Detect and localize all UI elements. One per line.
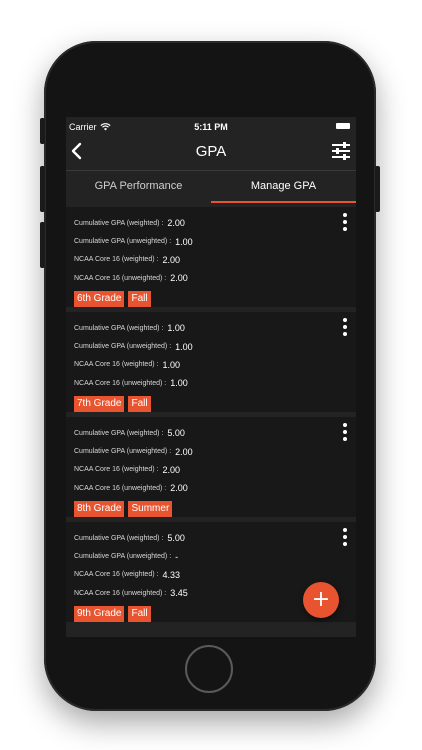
vertical-ellipsis-icon[interactable]: [342, 528, 348, 546]
gpa-row: Cumulative GPA (weighted) :5.00: [74, 424, 348, 442]
gpa-label: Cumulative GPA (unweighted) :: [74, 553, 172, 561]
gpa-value: 5.00: [167, 533, 185, 544]
grade-tag: 6th Grade: [74, 290, 125, 307]
status-bar: Carrier 5:11 PM: [66, 117, 356, 135]
gpa-row: NCAA Core 16 (unweighted) :2.00: [74, 269, 348, 287]
gpa-value: 2.00: [170, 273, 188, 284]
gpa-value: 2.00: [175, 446, 193, 457]
gpa-row: Cumulative GPA (unweighted) :1.00: [74, 337, 348, 355]
gpa-row: Cumulative GPA (weighted) :2.00: [74, 214, 348, 232]
gpa-label: NCAA Core 16 (weighted) :: [74, 466, 159, 474]
gpa-row: Cumulative GPA (unweighted) :2.00: [74, 442, 348, 460]
gpa-value: 1.00: [175, 341, 193, 352]
tab-gpa-performance[interactable]: GPA Performance: [66, 171, 211, 203]
gpa-value: 4.33: [162, 569, 180, 580]
gpa-value: 2.00: [170, 483, 188, 494]
tab-bar: GPA Performance Manage GPA: [66, 171, 356, 203]
tag-group: 8th Grade Summer: [74, 500, 348, 517]
gpa-value: 2.00: [167, 218, 185, 229]
navigation-bar: GPA: [66, 135, 356, 169]
vertical-ellipsis-icon[interactable]: [342, 423, 348, 441]
tab-manage-gpa[interactable]: Manage GPA: [211, 171, 356, 203]
gpa-label: Cumulative GPA (weighted) :: [74, 534, 164, 542]
tag-group: 6th Grade Fall: [74, 290, 348, 307]
gpa-label: NCAA Core 16 (unweighted) :: [74, 589, 167, 597]
gpa-label: Cumulative GPA (weighted) :: [74, 324, 164, 332]
gpa-value: 2.00: [162, 254, 180, 265]
gpa-row: NCAA Core 16 (unweighted) :1.00: [74, 374, 348, 392]
gpa-label: NCAA Core 16 (unweighted) :: [74, 484, 167, 492]
gpa-record-card[interactable]: Cumulative GPA (weighted) :2.00 Cumulati…: [66, 207, 356, 307]
page-title: GPA: [195, 143, 227, 160]
vertical-ellipsis-icon[interactable]: [342, 213, 348, 231]
phone-volume-up: [40, 166, 45, 212]
gpa-row: Cumulative GPA (unweighted) :-: [74, 547, 348, 565]
gpa-row: NCAA Core 16 (weighted) :2.00: [74, 461, 348, 479]
term-tag: Fall: [128, 290, 151, 307]
phone-mute-switch: [40, 118, 45, 144]
gpa-value: 1.00: [170, 378, 188, 389]
gpa-row: Cumulative GPA (unweighted) :1.00: [74, 232, 348, 250]
grade-tag: 7th Grade: [74, 395, 125, 412]
term-tag: Fall: [128, 605, 151, 622]
gpa-value: 1.00: [167, 323, 185, 334]
gpa-label: Cumulative GPA (unweighted) :: [74, 448, 172, 456]
gpa-label: Cumulative GPA (weighted) :: [74, 219, 164, 227]
gpa-label: Cumulative GPA (weighted) :: [74, 429, 164, 437]
status-time: 5:11 PM: [194, 122, 228, 132]
grade-tag: 8th Grade: [74, 500, 125, 517]
gpa-row: Cumulative GPA (weighted) :5.00: [74, 529, 348, 547]
gpa-value: 2.00: [162, 464, 180, 475]
gpa-value: -: [175, 551, 179, 562]
tag-group: 7th Grade Fall: [74, 395, 348, 412]
sliders-icon[interactable]: [331, 141, 351, 161]
gpa-value: 3.45: [170, 588, 188, 599]
gpa-value: 1.00: [175, 236, 193, 247]
gpa-label: Cumulative GPA (unweighted) :: [74, 238, 172, 246]
gpa-label: NCAA Core 16 (weighted) :: [74, 571, 159, 579]
gpa-value: 1.00: [162, 359, 180, 370]
gpa-label: NCAA Core 16 (unweighted) :: [74, 274, 167, 282]
gpa-record-card[interactable]: Cumulative GPA (weighted) :1.00 Cumulati…: [66, 312, 356, 412]
phone-volume-down: [40, 222, 45, 268]
gpa-record-list: Cumulative GPA (weighted) :2.00 Cumulati…: [66, 207, 356, 627]
battery-icon: [336, 123, 350, 129]
gpa-row: NCAA Core 16 (unweighted) :2.00: [74, 479, 348, 497]
gpa-label: NCAA Core 16 (weighted) :: [74, 361, 159, 369]
gpa-value: 5.00: [167, 428, 185, 439]
term-tag: Summer: [128, 500, 173, 517]
grade-tag: 9th Grade: [74, 605, 125, 622]
gpa-row: Cumulative GPA (weighted) :1.00: [74, 319, 348, 337]
gpa-record-card[interactable]: Cumulative GPA (weighted) :5.00 Cumulati…: [66, 417, 356, 517]
gpa-row: NCAA Core 16 (weighted) :4.33: [74, 566, 348, 584]
phone-power-button: [375, 166, 380, 212]
gpa-label: NCAA Core 16 (weighted) :: [74, 256, 159, 264]
term-tag: Fall: [128, 395, 151, 412]
vertical-ellipsis-icon[interactable]: [342, 318, 348, 336]
add-gpa-button[interactable]: +: [303, 582, 339, 618]
home-button[interactable]: [185, 645, 233, 693]
gpa-label: Cumulative GPA (unweighted) :: [74, 343, 172, 351]
gpa-label: NCAA Core 16 (unweighted) :: [74, 379, 167, 387]
app-screen: Carrier 5:11 PM GPA GPA Performance Mana…: [66, 117, 356, 637]
gpa-row: NCAA Core 16 (weighted) :1.00: [74, 356, 348, 374]
gpa-row: NCAA Core 16 (weighted) :2.00: [74, 251, 348, 269]
